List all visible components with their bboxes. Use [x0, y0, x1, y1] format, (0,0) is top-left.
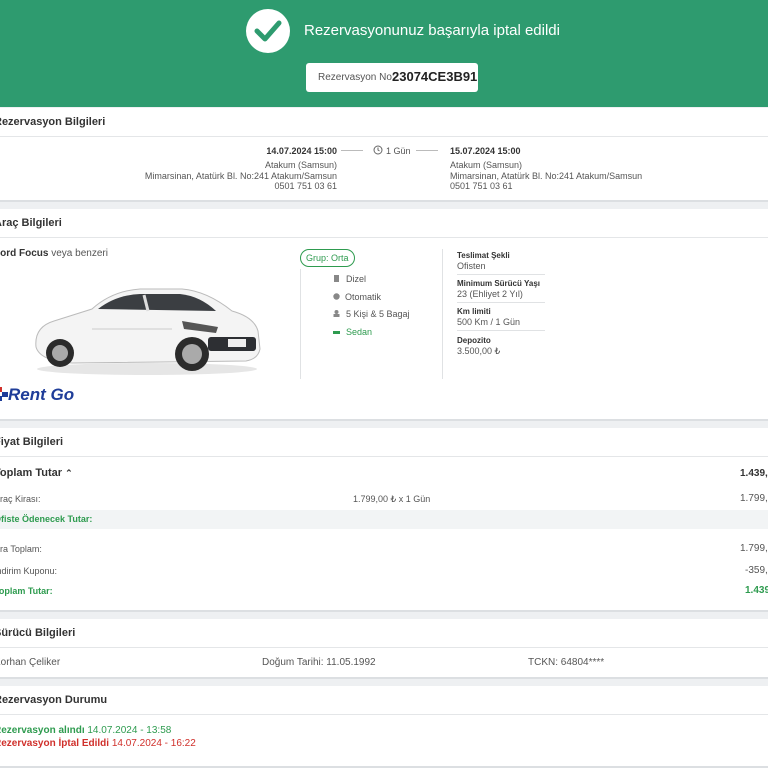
- car-info-title: Araç Bilgileri: [0, 209, 768, 238]
- office-payment-label: Ofiste Ödenecek Tutar:: [0, 514, 93, 524]
- status-cancelled-label: Rezervasyon İptal Edildi: [0, 738, 110, 749]
- brand-name: Rent Go: [8, 385, 75, 404]
- rental-value: 1.799,: [740, 493, 768, 504]
- driver-info-card: Sürücü Bilgileri Korhan Çeliker Doğum Ta…: [0, 619, 768, 679]
- total-toggle[interactable]: Toplam Tutar ⌃: [0, 467, 73, 479]
- reservation-info-title: Rezervasyon Bilgileri: [0, 108, 768, 137]
- car-model-line: Ford Focus veya benzeri: [0, 248, 108, 259]
- status-card: Rezervasyon Durumu Rezervasyon alındı 14…: [0, 686, 768, 768]
- gear-icon: [333, 293, 340, 300]
- chevron-up-icon: ⌃: [65, 468, 73, 478]
- car-model-suffix: veya benzeri: [51, 248, 108, 259]
- feature-transmission: Otomatik: [345, 292, 382, 302]
- detail-label-deposit: Depozito: [457, 336, 491, 345]
- price-info-title: Fiyat Bilgileri: [0, 428, 768, 457]
- pickup-phone: 0501 751 03 61: [274, 181, 337, 191]
- pickup-datetime: 14.07.2024 15:00: [266, 146, 337, 156]
- reservation-no-value: 23074CE3B91: [392, 69, 478, 84]
- total-label: Toplam Tutar: [0, 467, 63, 479]
- feature-fuel: Dizel: [346, 274, 367, 284]
- status-received: Rezervasyon alındı 14.07.2024 - 13:58: [0, 725, 171, 736]
- detail-value-deposit: 3.500,00 ₺: [457, 346, 501, 356]
- rental-calc: 1.799,00 ₺ x 1 Gün: [353, 494, 431, 504]
- header-title: Rezervasyonunuz başarıyla iptal edildi: [304, 22, 560, 39]
- clock-icon: [373, 145, 383, 155]
- detail-value-min-age: 23 (Ehliyet 2 Yıl): [457, 289, 523, 299]
- duration: 1 Gün: [386, 146, 411, 156]
- car-body-icon: [333, 331, 340, 334]
- feature-body: Sedan: [346, 327, 373, 337]
- total-value: 1.439,: [740, 468, 768, 479]
- pickup-location: Atakum (Samsun): [264, 160, 337, 170]
- detail-value-km-limit: 500 Km / 1 Gün: [457, 317, 521, 327]
- subtotal-label: Ara Toplam:: [0, 544, 42, 554]
- status-title: Rezervasyon Durumu: [0, 686, 768, 715]
- group-badge: Grup: Orta: [300, 249, 355, 267]
- success-header: Rezervasyonunuz başarıyla iptal edildi R…: [0, 0, 768, 107]
- coupon-label: İndirim Kuponu:: [0, 566, 58, 576]
- detail-value-delivery: Ofisten: [457, 261, 486, 271]
- status-received-label: Rezervasyon alındı: [0, 725, 85, 736]
- person-icon: [333, 310, 340, 317]
- car-image: [35, 288, 261, 375]
- rental-label: Araç Kirası:: [0, 494, 41, 504]
- grand-total-value: 1.439: [745, 585, 768, 596]
- detail-label-km-limit: Km limiti: [457, 307, 491, 316]
- coupon-value: -359,: [745, 565, 768, 576]
- reservation-info-card: Rezervasyon Bilgileri 14.07.2024 15:00 1…: [0, 108, 768, 202]
- check-icon: [246, 9, 290, 53]
- dropoff-phone: 0501 751 03 61: [450, 181, 513, 191]
- dropoff-datetime: 15.07.2024 15:00: [450, 146, 521, 156]
- grand-total-label: Toplam Tutar:: [0, 586, 53, 596]
- car-info-card: Araç Bilgileri Ford Focus veya benzeri R…: [0, 209, 768, 421]
- detail-label-delivery: Teslimat Şekli: [457, 251, 510, 260]
- car-model: Ford Focus: [0, 248, 49, 259]
- pickup-address: Mimarsinan, Atatürk Bl. No:241 Atakum/Sa…: [144, 171, 337, 181]
- fuel-icon: [334, 275, 339, 282]
- detail-label-min-age: Minimum Sürücü Yaşı: [457, 279, 540, 288]
- status-cancelled-time: 14.07.2024 - 16:22: [111, 738, 196, 749]
- subtotal-value: 1.799,: [740, 543, 768, 554]
- driver-birth: Doğum Tarihi: 11.05.1992: [262, 657, 376, 668]
- feature-capacity: 5 Kişi & 5 Bagaj: [346, 309, 410, 319]
- price-info-card: Fiyat Bilgileri Toplam Tutar ⌃ 1.439, Ar…: [0, 428, 768, 612]
- driver-tckn: TCKN: 64804****: [528, 657, 605, 668]
- driver-info-title: Sürücü Bilgileri: [0, 619, 768, 648]
- dropoff-address: Mimarsinan, Atatürk Bl. No:241 Atakum/Sa…: [450, 171, 643, 181]
- status-cancelled: Rezervasyon İptal Edildi 14.07.2024 - 16…: [0, 738, 196, 749]
- driver-name: Korhan Çeliker: [0, 657, 61, 668]
- reservation-no-label: Rezervasyon No:: [318, 72, 395, 83]
- status-received-time: 14.07.2024 - 13:58: [87, 725, 172, 736]
- dropoff-location: Atakum (Samsun): [450, 160, 523, 170]
- reservation-no-box: Rezervasyon No: 23074CE3B91: [306, 63, 478, 92]
